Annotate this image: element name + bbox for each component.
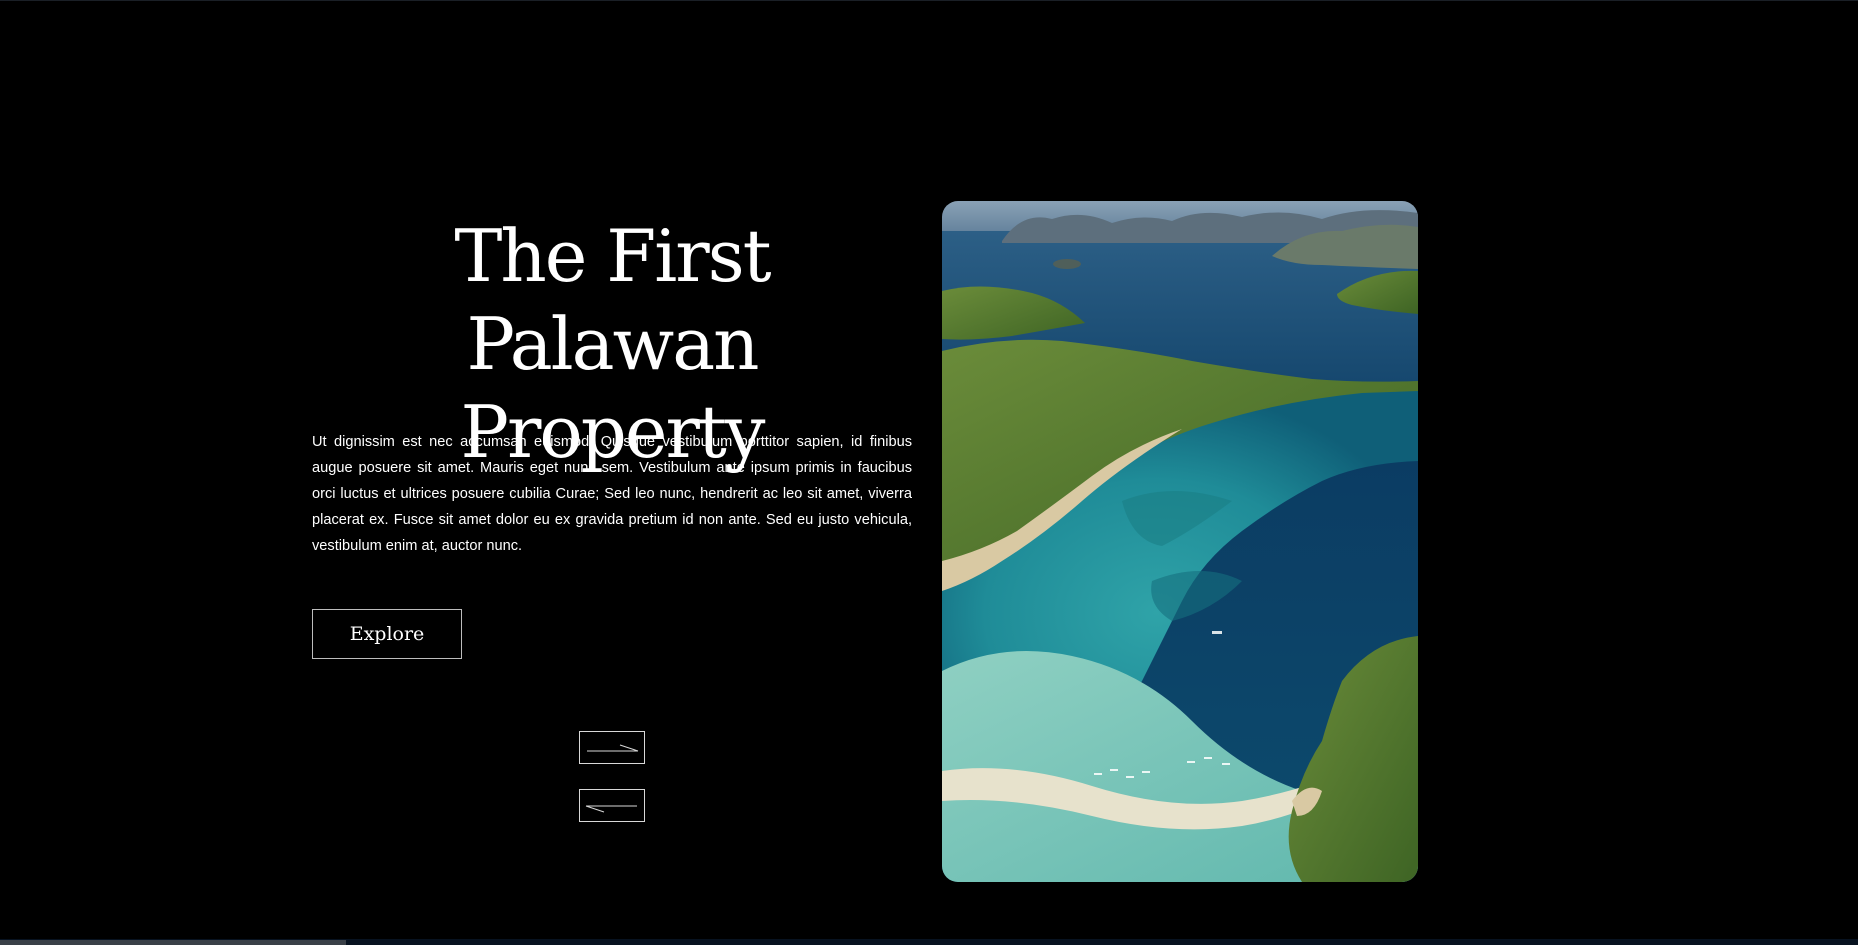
top-divider [0,0,1858,1]
bottom-progress-indicator [0,940,346,945]
arrow-left-icon [585,805,637,813]
slider-next-button[interactable] [579,731,645,764]
arrow-right-icon [587,744,639,752]
explore-button[interactable]: Explore [312,609,462,659]
slider-prev-button[interactable] [579,789,645,822]
hero-aerial-photo [942,201,1418,882]
hero-title-line-1: The First Palawan [454,214,771,386]
island-lagoon-illustration [942,201,1418,882]
hero-description: Ut dignissim est nec accumsan euismod. Q… [312,434,912,554]
